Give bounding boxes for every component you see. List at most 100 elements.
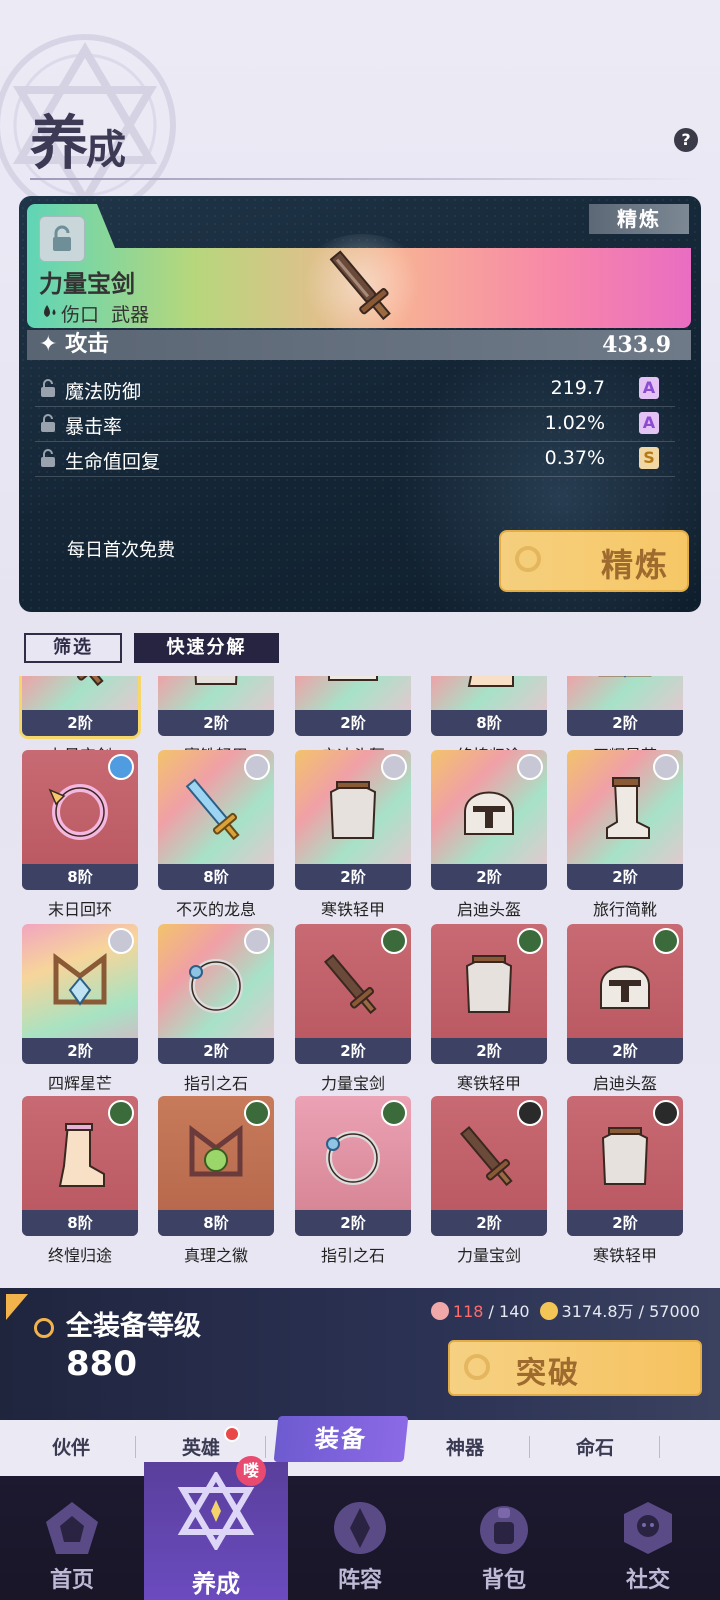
equipment-name: 四辉星芒 bbox=[47, 1074, 112, 1093]
equipment-icon bbox=[329, 781, 377, 839]
equipment-card[interactable]: 8阶 真理之徽 bbox=[158, 1096, 274, 1266]
unlock-icon bbox=[41, 379, 55, 397]
equipment-thumbnail[interactable]: 2阶 bbox=[22, 924, 138, 1064]
equipment-thumbnail[interactable]: 2阶 bbox=[158, 924, 274, 1064]
equipment-thumbnail[interactable]: 2阶 bbox=[567, 924, 683, 1064]
equipment-thumbnail[interactable]: 2阶 bbox=[295, 750, 411, 890]
equipment-card[interactable]: 2阶力量宝剑 bbox=[295, 924, 411, 1094]
equipment-card[interactable]: 2阶寒铁轻甲 bbox=[431, 924, 547, 1094]
sub-stat-row[interactable]: 暴击率 1.02% A bbox=[35, 407, 675, 442]
quick-decompose-button[interactable]: 快速分解 bbox=[134, 633, 279, 663]
nav-badge: 喽 bbox=[236, 1456, 266, 1486]
hero-avatar bbox=[108, 928, 134, 954]
equipment-card[interactable]: 2阶寒铁轻甲 bbox=[295, 750, 411, 920]
equipment-name: 寒铁轻甲 bbox=[592, 1246, 657, 1265]
equipment-thumbnail[interactable]: 8阶 bbox=[22, 1096, 138, 1236]
equipment-thumbnail[interactable]: 8阶 bbox=[158, 750, 274, 890]
equipment-thumbnail[interactable]: 8阶 bbox=[431, 676, 547, 736]
equipment-level: 2阶 bbox=[567, 1210, 683, 1236]
nav-cultivate[interactable]: 喽 养成 bbox=[144, 1456, 288, 1600]
nav-home[interactable]: 首页 bbox=[0, 1476, 144, 1600]
equipment-card[interactable]: 2阶寒铁轻甲 bbox=[567, 1096, 683, 1266]
equipment-card[interactable]: 2阶启迪头盔 bbox=[431, 750, 547, 920]
tab-fate-stone[interactable]: 命石 bbox=[530, 1420, 660, 1476]
tab-partner[interactable]: 伙伴 bbox=[6, 1420, 136, 1476]
equipment-thumbnail[interactable]: 2阶 bbox=[431, 924, 547, 1064]
free-refine-note: 每日首次免费 bbox=[67, 540, 175, 561]
equipment-icon bbox=[189, 1125, 243, 1177]
equipment-card[interactable]: 2阶力量宝剑 bbox=[431, 1096, 547, 1266]
equipment-thumbnail[interactable]: 8阶 bbox=[22, 750, 138, 890]
equipment-level: 8阶 bbox=[158, 1210, 274, 1236]
equipment-icon bbox=[459, 1126, 513, 1187]
refine-button[interactable]: 精炼 bbox=[499, 530, 689, 592]
breakthrough-button[interactable]: 突破 bbox=[448, 1340, 702, 1396]
main-stat-row: ✦ 攻击 433.9 bbox=[27, 330, 691, 360]
total-level-value: 880 bbox=[66, 1344, 137, 1384]
equipment-level: 2阶 bbox=[158, 1038, 274, 1064]
equipment-card[interactable]: 2阶 指引之石 bbox=[295, 1096, 411, 1266]
filter-button[interactable]: 筛选 bbox=[24, 633, 122, 663]
hero-avatar bbox=[517, 928, 543, 954]
equipment-card[interactable]: 2阶启迪头盔 bbox=[567, 924, 683, 1094]
equipment-thumbnail[interactable]: 2阶 bbox=[22, 676, 138, 736]
equipment-thumbnail[interactable]: 8阶 bbox=[158, 1096, 274, 1236]
equipment-name: 终惶归途 bbox=[47, 1246, 112, 1265]
equipment-thumbnail[interactable]: 2阶 bbox=[295, 924, 411, 1064]
nav-backpack[interactable]: 背包 bbox=[432, 1476, 576, 1600]
equipment-card[interactable]: 8阶不灭的龙息 bbox=[158, 750, 274, 920]
hero-avatar bbox=[108, 1100, 134, 1126]
nav-social[interactable]: 社交 bbox=[576, 1476, 720, 1600]
equipment-thumbnail[interactable]: 2阶 bbox=[295, 676, 411, 736]
hero-avatar bbox=[653, 754, 679, 780]
equipment-thumbnail[interactable]: 2阶 bbox=[295, 1096, 411, 1236]
resource-counter: 118 / 140 3174.8万 / 57000 bbox=[430, 1298, 700, 1322]
nav-lineup[interactable]: 阵容 bbox=[288, 1476, 432, 1600]
equipment-name: 末日回环 bbox=[47, 900, 112, 919]
equipment-icon bbox=[194, 676, 238, 685]
equipment-thumbnail[interactable]: 2阶 bbox=[567, 676, 683, 736]
equipment-level-bar: 全装备等级 880 118 / 140 3174.8万 / 57000 突破 bbox=[0, 1288, 720, 1420]
help-icon[interactable]: ? bbox=[674, 128, 698, 152]
tab-equipment[interactable]: 装备 bbox=[273, 1416, 409, 1462]
unlock-icon bbox=[41, 414, 55, 432]
hero-avatar bbox=[244, 754, 270, 780]
sub-stat-row[interactable]: 魔法防御 219.7 A bbox=[35, 372, 675, 407]
equipment-thumbnail[interactable]: 2阶 bbox=[567, 1096, 683, 1236]
equipment-card[interactable]: 2阶 指引之石 bbox=[158, 924, 274, 1094]
equipment-thumbnail[interactable]: 2阶 bbox=[431, 1096, 547, 1236]
lineup-icon bbox=[334, 1502, 386, 1554]
equipment-thumbnail[interactable]: 2阶 bbox=[567, 750, 683, 890]
equipment-level: 2阶 bbox=[431, 1210, 547, 1236]
hero-avatar bbox=[653, 928, 679, 954]
equipment-name: 寒铁轻甲 bbox=[456, 1074, 521, 1093]
equipment-level: 2阶 bbox=[158, 710, 274, 736]
equipment-card[interactable]: 2阶 旅行简靴 bbox=[567, 750, 683, 920]
equipment-level: 8阶 bbox=[22, 1210, 138, 1236]
lock-icon[interactable] bbox=[39, 216, 85, 262]
equipment-level: 2阶 bbox=[295, 864, 411, 890]
equipment-level: 2阶 bbox=[295, 1038, 411, 1064]
equipment-name: 力量宝剑 bbox=[456, 1246, 521, 1265]
unlock-icon bbox=[41, 449, 55, 467]
equipment-name: 寒铁轻甲 bbox=[320, 900, 385, 919]
equipment-icon bbox=[76, 676, 104, 687]
equipment-name: 启迪头盔 bbox=[456, 900, 521, 919]
inventory-grid[interactable]: 2阶力量宝剑2阶寒铁轻甲2阶启迪头盔8阶终惶归途2阶四辉星芒8阶末日回环8阶不灭… bbox=[0, 676, 720, 1286]
main-navigation: 首页 喽 养成 阵容 背包 社交 bbox=[0, 1456, 720, 1600]
grade-badge: A bbox=[639, 412, 659, 434]
equipment-thumbnail[interactable]: 2阶 bbox=[431, 750, 547, 890]
equipment-thumbnail[interactable]: 2阶 bbox=[158, 676, 274, 736]
equipment-icon bbox=[189, 959, 243, 1013]
backpack-icon bbox=[480, 1506, 528, 1554]
equipment-level: 2阶 bbox=[567, 710, 683, 736]
equipment-card[interactable]: 2阶四辉星芒 bbox=[22, 924, 138, 1094]
equipment-name: 不灭的龙息 bbox=[175, 900, 256, 919]
sub-stat-row[interactable]: 生命值回复 0.37% S bbox=[35, 442, 675, 477]
equipment-card[interactable]: 8阶终惶归途 bbox=[22, 1096, 138, 1266]
hero-avatar bbox=[381, 1100, 407, 1126]
tab-artifact[interactable]: 神器 bbox=[400, 1420, 530, 1476]
equipment-icon bbox=[606, 777, 650, 839]
equipment-card[interactable]: 8阶末日回环 bbox=[22, 750, 138, 920]
hero-avatar bbox=[517, 754, 543, 780]
